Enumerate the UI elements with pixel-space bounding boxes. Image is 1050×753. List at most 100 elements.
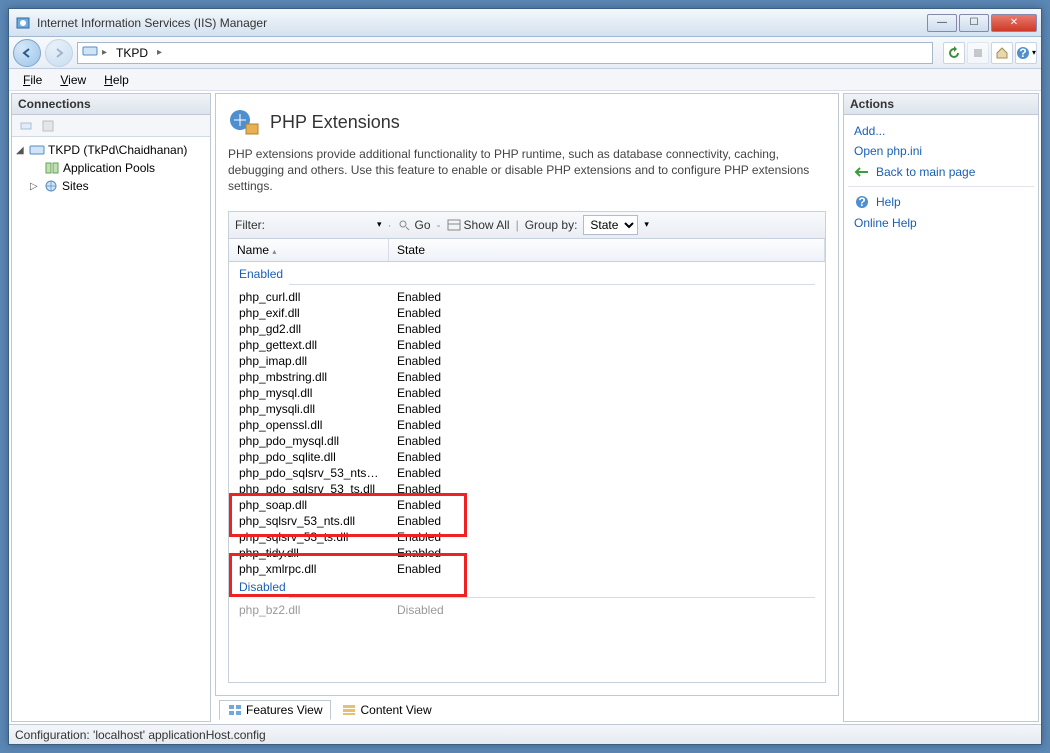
tree-item-label: Application Pools	[63, 161, 155, 175]
connections-header: Connections	[12, 94, 210, 115]
maximize-button[interactable]: ☐	[959, 14, 989, 32]
extension-row[interactable]: php_tidy.dllEnabled	[229, 545, 825, 561]
help-icon: ?	[854, 194, 870, 210]
extension-row[interactable]: php_soap.dllEnabled	[229, 497, 825, 513]
connect-icon[interactable]	[16, 116, 36, 136]
extension-row[interactable]: php_pdo_sqlsrv_53_ts.dllEnabled	[229, 481, 825, 497]
window-buttons: — ☐ ✕	[925, 14, 1037, 32]
extension-name: php_xmlrpc.dll	[229, 562, 389, 576]
svg-text:?: ?	[1019, 46, 1026, 60]
navbar: ▸ TKPD ▸ ?▾	[9, 37, 1041, 69]
breadcrumb[interactable]: ▸ TKPD ▸	[77, 42, 933, 64]
extensions-grid: Name ▴ State Enabledphp_curl.dllEnabledp…	[228, 239, 826, 683]
col-state-header[interactable]: State	[389, 239, 825, 261]
content-view-icon	[342, 704, 356, 716]
extension-row[interactable]: php_pdo_sqlite.dllEnabled	[229, 449, 825, 465]
extension-row[interactable]: php_sqlsrv_53_nts.dllEnabled	[229, 513, 825, 529]
extension-row[interactable]: php_mysqli.dllEnabled	[229, 401, 825, 417]
extension-name: php_sqlsrv_53_nts.dll	[229, 514, 389, 528]
nav-back-button[interactable]	[13, 39, 41, 67]
show-all-button[interactable]: Show All	[447, 218, 510, 232]
extension-state: Enabled	[389, 338, 825, 352]
titlebar: Internet Information Services (IIS) Mana…	[9, 9, 1041, 37]
tree-root-label: TKPD (TkPd\Chaidhanan)	[48, 143, 187, 157]
feature-content: PHP Extensions PHP extensions provide ad…	[215, 93, 839, 696]
extension-name: php_exif.dll	[229, 306, 389, 320]
extension-row[interactable]: php_gd2.dllEnabled	[229, 321, 825, 337]
connections-tree: ◢ TKPD (TkPd\Chaidhanan) Application Poo…	[12, 137, 210, 721]
home-icon[interactable]	[991, 42, 1013, 64]
extension-row[interactable]: php_bz2.dllDisabled	[229, 602, 825, 618]
tree-root[interactable]: ◢ TKPD (TkPd\Chaidhanan)	[14, 141, 208, 159]
help-dropdown-icon[interactable]: ?▾	[1015, 42, 1037, 64]
actions-list: Add... Open php.ini Back to main page ? …	[844, 115, 1038, 721]
expander-icon[interactable]: ◢	[16, 145, 26, 156]
app-pools-icon	[44, 160, 60, 176]
menu-view[interactable]: View	[52, 71, 94, 89]
page-description: PHP extensions provide additional functi…	[228, 146, 826, 195]
breadcrumb-item[interactable]: TKPD	[111, 44, 153, 62]
grid-header: Name ▴ State	[229, 239, 825, 262]
extension-state: Enabled	[389, 322, 825, 336]
status-text: Configuration: 'localhost' applicationHo…	[15, 728, 266, 742]
breadcrumb-sep: ▸	[157, 47, 162, 58]
grid-body[interactable]: Enabledphp_curl.dllEnabledphp_exif.dllEn…	[229, 262, 825, 682]
server-icon	[29, 142, 45, 158]
statusbar: Configuration: 'localhost' applicationHo…	[9, 724, 1041, 744]
nav-forward-button[interactable]	[45, 39, 73, 67]
extension-row[interactable]: php_mbstring.dllEnabled	[229, 369, 825, 385]
save-icon[interactable]	[38, 116, 58, 136]
extension-state: Enabled	[389, 370, 825, 384]
filter-go-button[interactable]: Go	[398, 218, 431, 232]
extension-row[interactable]: php_xmlrpc.dllEnabled	[229, 561, 825, 577]
filter-bar: Filter: ▾ · Go - Show All | Group by:	[228, 211, 826, 239]
extension-state: Enabled	[389, 386, 825, 400]
extension-name: php_sqlsrv_53_ts.dll	[229, 530, 389, 544]
features-view-tab[interactable]: Features View	[219, 700, 331, 720]
extension-row[interactable]: php_openssl.dllEnabled	[229, 417, 825, 433]
extension-row[interactable]: php_sqlsrv_53_ts.dllEnabled	[229, 529, 825, 545]
actions-header: Actions	[844, 94, 1038, 115]
menu-help[interactable]: Help	[96, 71, 137, 89]
extension-state: Enabled	[389, 546, 825, 560]
action-online-help[interactable]: Online Help	[848, 213, 1034, 233]
refresh-icon[interactable]	[943, 42, 965, 64]
extension-name: php_mysqli.dll	[229, 402, 389, 416]
group-header[interactable]: Disabled	[229, 577, 825, 597]
group-by-select[interactable]: State	[583, 215, 638, 235]
go-icon	[398, 219, 412, 231]
extension-state: Enabled	[389, 562, 825, 576]
menu-file[interactable]: File	[15, 71, 50, 89]
extension-row[interactable]: php_pdo_sqlsrv_53_nts.dllEnabled	[229, 465, 825, 481]
minimize-button[interactable]: —	[927, 14, 957, 32]
col-name-header[interactable]: Name ▴	[229, 239, 389, 261]
filter-label: Filter:	[235, 218, 265, 232]
action-back[interactable]: Back to main page	[848, 161, 1034, 187]
sites-icon	[43, 178, 59, 194]
extension-name: php_gd2.dll	[229, 322, 389, 336]
menubar: File View Help	[9, 69, 1041, 91]
tree-sites[interactable]: ▷ Sites	[14, 177, 208, 195]
extension-row[interactable]: php_pdo_mysql.dllEnabled	[229, 433, 825, 449]
close-button[interactable]: ✕	[991, 14, 1037, 32]
action-open-php-ini[interactable]: Open php.ini	[848, 141, 1034, 161]
tree-app-pools[interactable]: Application Pools	[14, 159, 208, 177]
extension-name: php_curl.dll	[229, 290, 389, 304]
extension-row[interactable]: php_curl.dllEnabled	[229, 289, 825, 305]
tree-item-label: Sites	[62, 179, 89, 193]
action-help[interactable]: ? Help	[848, 191, 1034, 213]
group-header[interactable]: Enabled	[229, 264, 825, 284]
filter-input[interactable]	[271, 218, 371, 232]
stop-icon[interactable]	[967, 42, 989, 64]
svg-text:?: ?	[858, 195, 865, 209]
action-add[interactable]: Add...	[848, 121, 1034, 141]
extension-state: Enabled	[389, 290, 825, 304]
content-view-tab[interactable]: Content View	[333, 700, 440, 720]
extension-row[interactable]: php_mysql.dllEnabled	[229, 385, 825, 401]
extension-row[interactable]: php_gettext.dllEnabled	[229, 337, 825, 353]
extension-row[interactable]: php_exif.dllEnabled	[229, 305, 825, 321]
extension-row[interactable]: php_imap.dllEnabled	[229, 353, 825, 369]
expander-icon[interactable]: ▷	[30, 181, 40, 192]
extension-name: php_gettext.dll	[229, 338, 389, 352]
iis-manager-window: Internet Information Services (IIS) Mana…	[8, 8, 1042, 745]
